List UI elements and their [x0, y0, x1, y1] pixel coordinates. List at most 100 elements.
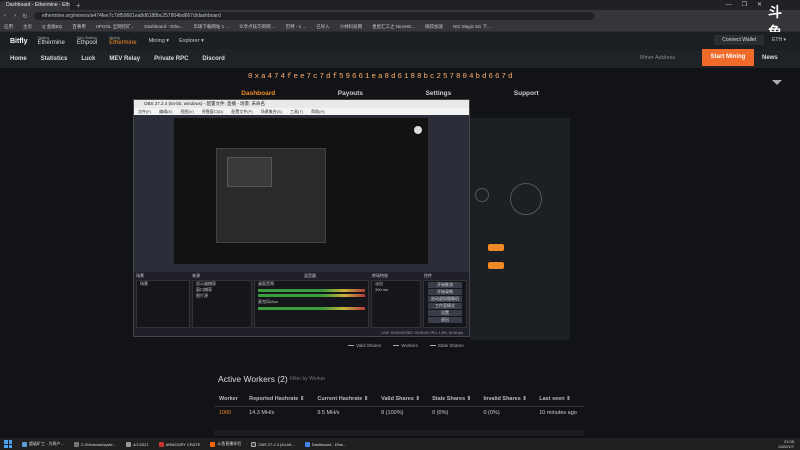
start-recording-button[interactable]: 开始录制	[428, 289, 462, 295]
bitfly-logo[interactable]: Bitfly	[10, 38, 28, 45]
clock-date: 2022/1/7	[778, 444, 794, 449]
bookmark-item[interactable]: 华硕下载网站 1 ...	[193, 24, 229, 30]
worker-name[interactable]: 1060	[214, 406, 244, 420]
nav-home[interactable]: Home	[10, 56, 27, 62]
mining-menu[interactable]: Mining ▾	[149, 38, 170, 44]
nav-discord[interactable]: Discord	[202, 56, 224, 62]
explorer-menu[interactable]: Explorer ▾	[179, 38, 204, 44]
start-streaming-button[interactable]: 开始推流	[428, 282, 462, 288]
obs-menu-item[interactable]: 编辑(E)	[159, 108, 172, 115]
obs-menu-item[interactable]: 帮助(H)	[311, 108, 325, 115]
maximize-icon[interactable]: ❐	[742, 0, 747, 10]
bookmark-item[interactable]: 众享点技巧到网 ...	[239, 24, 276, 30]
reload-icon[interactable]: ↻	[20, 13, 30, 20]
bookmark-item[interactable]: Q 金融BQ	[42, 24, 62, 30]
obs-preview[interactable]	[174, 118, 428, 264]
miner-address-input[interactable]: Miner Address	[640, 55, 675, 61]
pool-ethpool[interactable]: Solo Staking Ethpool	[77, 36, 97, 46]
connect-wallet-button[interactable]: Connect Wallet	[714, 35, 764, 45]
system-tray-clock[interactable]: 21:05 2022/1/7	[778, 439, 794, 449]
col-worker[interactable]: Worker	[214, 392, 245, 407]
obs-menu-item[interactable]: 场景集合(S)	[261, 108, 282, 115]
taskbar-item[interactable]: C:\Windows\syste...	[73, 441, 116, 447]
obs-settings-button[interactable]: 设置	[428, 310, 462, 316]
obs-menu-item[interactable]: 停靠窗口(D)	[202, 108, 224, 115]
nested-preview	[216, 148, 326, 243]
currency-select[interactable]: ETH ▾	[772, 35, 786, 45]
taskbar-item[interactable]: ARMOURY CRATE	[158, 441, 201, 447]
new-tab-button[interactable]: +	[76, 1, 81, 10]
legend-line	[348, 345, 354, 347]
taskbar-item[interactable]: 4/1/2021	[126, 441, 149, 447]
site-nav: Home Statistics Luck MEV Relay Private R…	[0, 50, 800, 68]
bookmark-item[interactable]: 百事用	[72, 24, 86, 30]
app-icon	[73, 441, 79, 447]
bookmark-item[interactable]: 应用	[4, 24, 13, 30]
browser-tab[interactable]: Dashboard - Ethermine - Eth...	[0, 1, 70, 10]
orange-button[interactable]	[488, 244, 504, 251]
virtual-camera-button[interactable]: 启动虚拟摄像机	[428, 296, 462, 302]
pool-ethermine-staking[interactable]: Staking Ethermine	[38, 36, 65, 46]
worker-filter-input[interactable]: Filter by Worker	[290, 374, 325, 384]
bookmark-item[interactable]: 小林科技网	[340, 24, 363, 30]
news-link[interactable]: News	[762, 55, 778, 61]
bookmark-item[interactable]: HPOOL 全网挖矿...	[96, 24, 135, 30]
obs-exit-button[interactable]: 退出	[428, 317, 462, 323]
obs-menu-item[interactable]: 配置文件(P)	[231, 108, 252, 115]
last-seen: 10 minutes ago	[539, 410, 577, 417]
taskbar-item[interactable]: 超级矿工 - 为两户...	[22, 441, 64, 447]
taskbar-item[interactable]: OBS 27.2.4 (64-bit...	[251, 441, 295, 447]
studio-mode-button[interactable]: 工作室模式	[428, 303, 462, 309]
col-reported-hashrate[interactable]: Reported Hashrate ⇕	[244, 392, 313, 407]
start-mining-button[interactable]: Start Mining	[702, 49, 754, 66]
taskbar-item[interactable]: Dashboard - Ethe...	[304, 441, 346, 447]
bookmark-item[interactable]: Dashboard - Ethe...	[144, 24, 183, 29]
legend-item[interactable]: Stale Shares	[429, 343, 464, 348]
pool-ethermine-mining[interactable]: Mining Ethermine	[109, 36, 136, 46]
obs-menu-item[interactable]: 文件(F)	[138, 108, 151, 115]
close-icon[interactable]: ✕	[757, 0, 762, 10]
taskbar-label: ARMOURY CRATE	[165, 441, 201, 447]
pool-name: Ethermine	[109, 40, 137, 46]
col-stale-shares[interactable]: Stale Shares ⇕	[427, 392, 479, 407]
obs-menu-item[interactable]: 视图(V)	[180, 108, 193, 115]
scene-item[interactable]: 场景	[137, 281, 189, 287]
table-row[interactable]: 1060 14.3 MH/s 9.5 MH/s 8 (100%) 0 (0%) …	[214, 406, 584, 420]
window-controls: — ❐ ✕	[726, 0, 762, 10]
dock-title-sources: 来源	[192, 273, 200, 278]
obs-menu-item[interactable]: 工具(T)	[290, 108, 303, 115]
bookmark-item[interactable]: 巴特 - 1 ...	[286, 24, 307, 30]
bookmark-item[interactable]: 微软加速	[425, 24, 443, 30]
nav-mev-relay[interactable]: MEV Relay	[109, 56, 140, 62]
transition-duration[interactable]: 300 ms	[372, 287, 420, 293]
source-item[interactable]: 图片源	[193, 293, 251, 299]
dock-title-controls: 控件	[424, 273, 432, 278]
col-last-seen[interactable]: Last seen ⇕	[534, 392, 584, 407]
col-current-hashrate[interactable]: Current Hashrate ⇕	[312, 392, 377, 407]
orange-button[interactable]	[488, 262, 504, 269]
windows-start-icon[interactable]	[4, 440, 12, 448]
nav-private-rpc[interactable]: Private RPC	[154, 56, 188, 62]
mixer-track-label: 麦克风/Aux	[258, 299, 279, 304]
forward-icon[interactable]: ›	[10, 13, 20, 19]
nav-luck[interactable]: Luck	[81, 56, 95, 62]
taskbar-label: 超级矿工 - 为两户...	[29, 441, 64, 446]
legend-item[interactable]: Workers	[393, 343, 418, 348]
bookmark-item[interactable]: NIC Magic 5G 下...	[453, 24, 491, 30]
minimize-icon[interactable]: —	[726, 0, 732, 10]
taskbar-item[interactable]: 斗鱼直播伴侣	[210, 441, 241, 447]
nav-statistics[interactable]: Statistics	[41, 56, 68, 62]
tab-support[interactable]: Support	[514, 90, 539, 100]
url-input[interactable]: ethermine.org/miners/a474fee7c7df59661ea…	[34, 12, 594, 20]
back-icon[interactable]: ‹	[0, 13, 10, 19]
bookmark-item[interactable]: 星星汇工之 NiceHE...	[372, 24, 415, 30]
legend-line	[429, 345, 436, 347]
col-valid-shares[interactable]: Valid Shares ⇕	[376, 392, 428, 407]
collapse-caret-icon[interactable]	[772, 80, 782, 85]
legend-item[interactable]: Valid Shares	[348, 343, 381, 348]
app-icon	[158, 441, 164, 447]
col-invalid-shares[interactable]: Invalid Shares ⇕	[478, 392, 535, 407]
bookmark-item[interactable]: 主页	[23, 24, 32, 30]
obs-logo-icon	[414, 126, 422, 134]
bookmark-item[interactable]: 已导入	[316, 24, 330, 30]
